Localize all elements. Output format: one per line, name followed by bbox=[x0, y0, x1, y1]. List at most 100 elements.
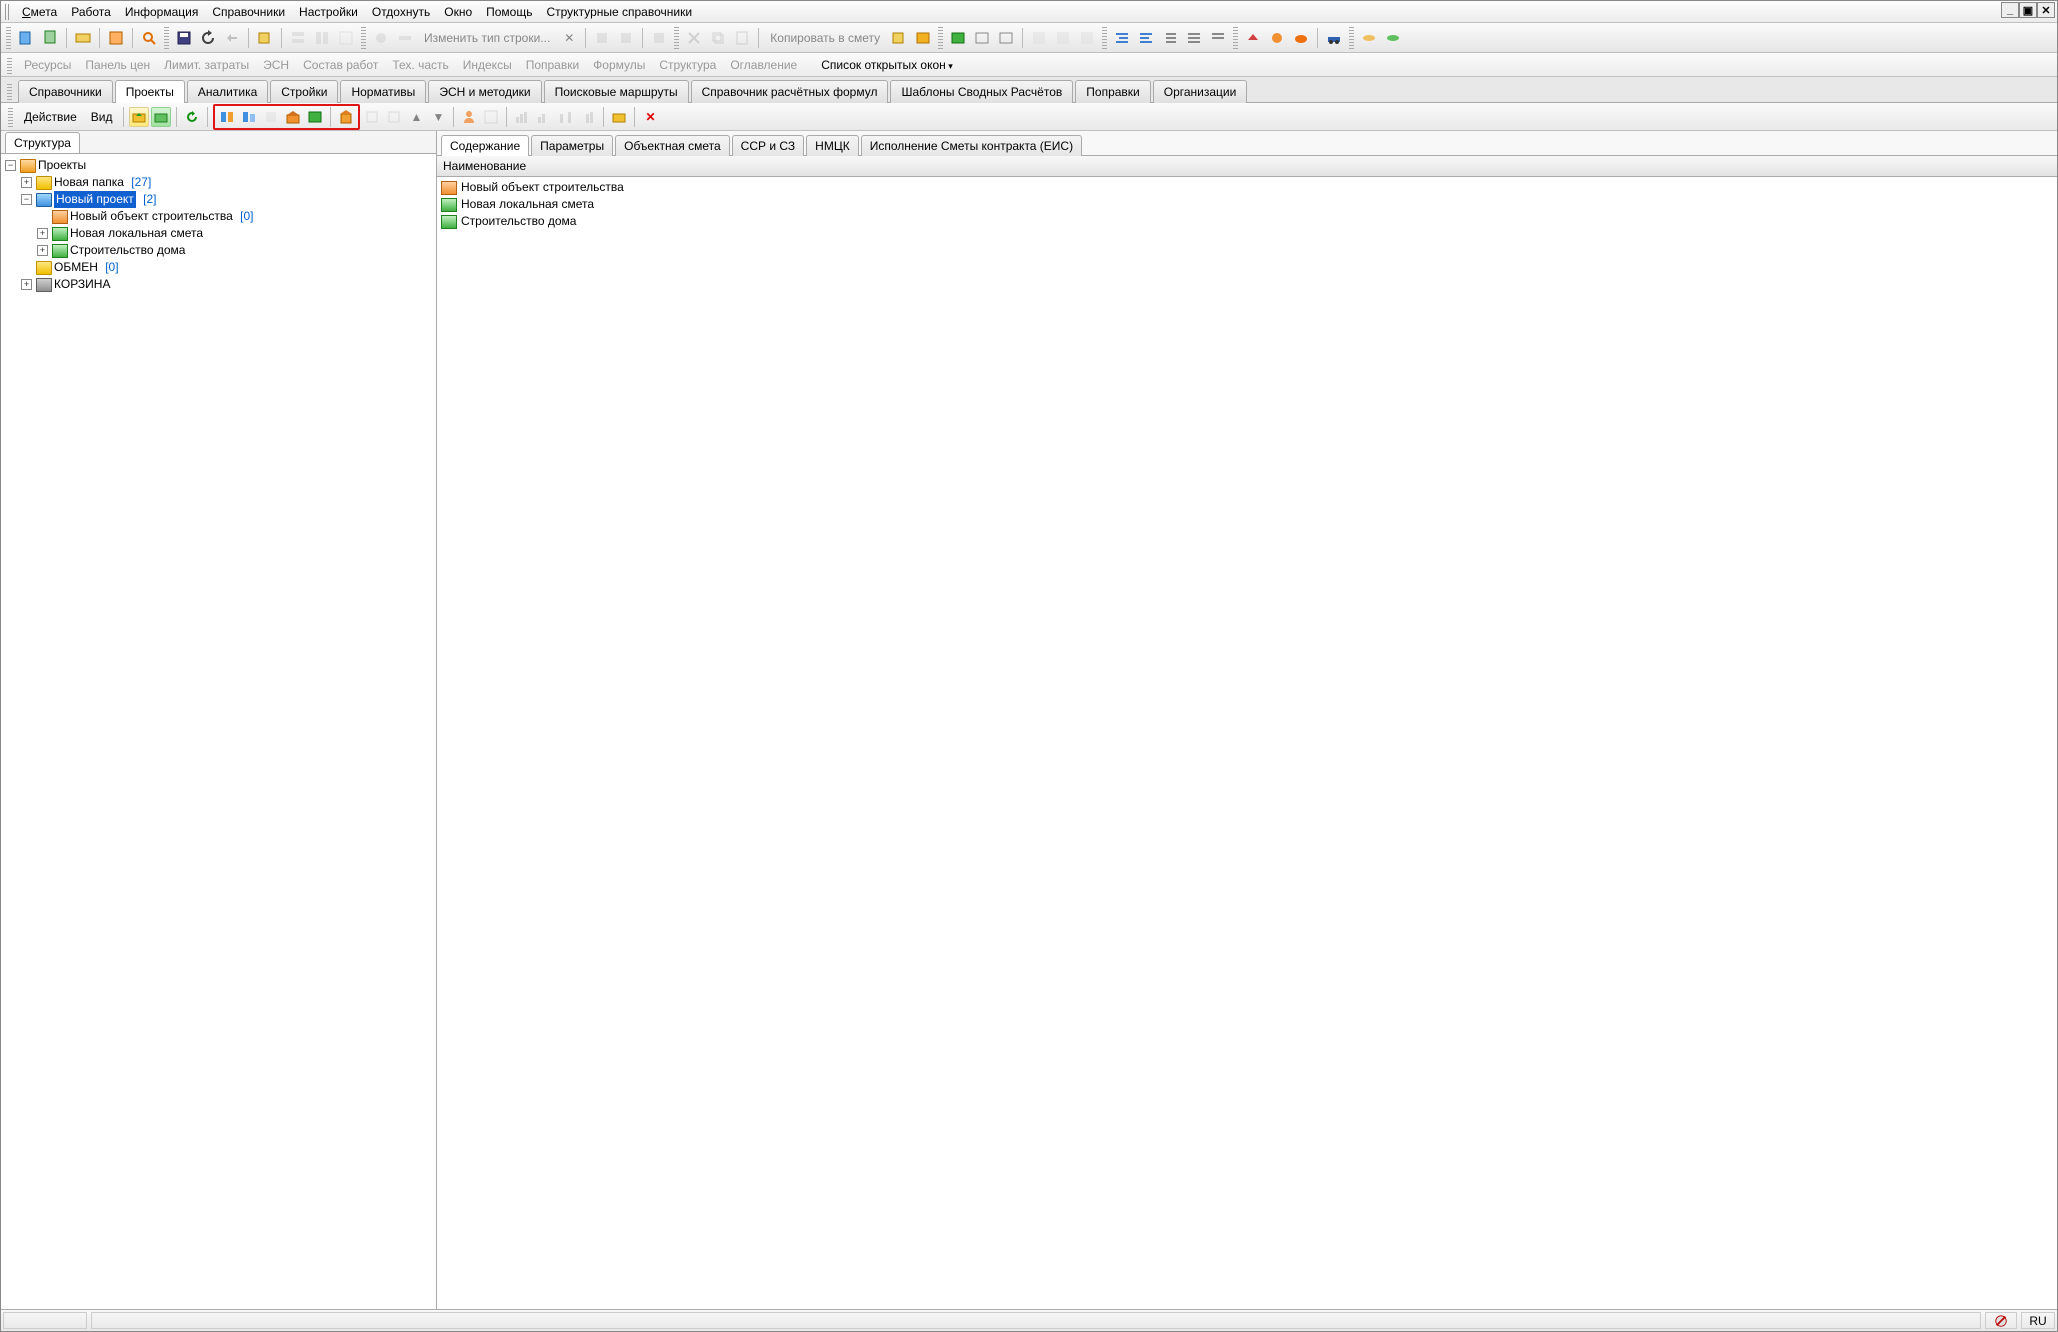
new-subproject-icon[interactable] bbox=[239, 107, 259, 127]
maximize-button[interactable]: ▣ bbox=[2019, 2, 2037, 18]
tab-normativy[interactable]: Нормативы bbox=[340, 80, 426, 103]
indent-icon-1[interactable] bbox=[1111, 27, 1133, 49]
tab-orgs[interactable]: Организации bbox=[1153, 80, 1248, 103]
new-item-disabled-icon[interactable] bbox=[261, 107, 281, 127]
expand-icon[interactable]: + bbox=[37, 228, 48, 239]
list-icon-3[interactable] bbox=[1207, 27, 1229, 49]
lnk-sostav[interactable]: Состав работ bbox=[297, 56, 384, 74]
new-building-icon[interactable] bbox=[336, 107, 356, 127]
book-icon-2[interactable] bbox=[971, 27, 993, 49]
dtab-object-estimate[interactable]: Объектная смета bbox=[615, 135, 730, 156]
dtab-nmck[interactable]: НМЦК bbox=[806, 135, 859, 156]
arrow-up-icon[interactable]: ▲ bbox=[406, 107, 426, 127]
tool-btn-2[interactable] bbox=[39, 27, 61, 49]
tree-object[interactable]: Новый объект строительства [0] bbox=[37, 208, 434, 225]
lnk-correct[interactable]: Поправки bbox=[520, 56, 585, 74]
lnk-esn[interactable]: ЭСН bbox=[257, 56, 295, 74]
copy-to-icon-2[interactable] bbox=[912, 27, 934, 49]
expand-icon[interactable]: + bbox=[37, 245, 48, 256]
tab-calc-formulas[interactable]: Справочник расчётных формул bbox=[691, 80, 889, 103]
menu-rabota[interactable]: Работа bbox=[64, 3, 118, 21]
new-object-icon[interactable] bbox=[283, 107, 303, 127]
tab-sprav[interactable]: Справочники bbox=[18, 80, 113, 103]
tool-btn-3[interactable] bbox=[72, 27, 94, 49]
dtab-ssr[interactable]: ССР и СЗ bbox=[732, 135, 805, 156]
menu-sprav[interactable]: Справочники bbox=[205, 3, 292, 21]
tab-analytics[interactable]: Аналитика bbox=[187, 80, 268, 103]
delete-icon[interactable]: ✕ bbox=[640, 107, 660, 127]
tree-house[interactable]: + Строительство дома bbox=[37, 242, 434, 259]
refresh-tree-icon[interactable] bbox=[182, 107, 202, 127]
menu-rest[interactable]: Отдохнуть bbox=[365, 3, 437, 21]
folder-action-icon[interactable] bbox=[609, 107, 629, 127]
expand-icon[interactable]: + bbox=[21, 177, 32, 188]
save-icon[interactable] bbox=[173, 27, 195, 49]
tree-estimate[interactable]: + Новая локальная смета bbox=[37, 225, 434, 242]
tab-corrections[interactable]: Поправки bbox=[1075, 80, 1150, 103]
shape-icon-2[interactable] bbox=[1382, 27, 1404, 49]
tool-btn-e[interactable] bbox=[370, 27, 392, 49]
tool-btn-4[interactable] bbox=[105, 27, 127, 49]
color-icon-red[interactable] bbox=[1242, 27, 1264, 49]
tool-btn-i[interactable] bbox=[648, 27, 670, 49]
tab-stroyki[interactable]: Стройки bbox=[270, 80, 338, 103]
car-icon[interactable] bbox=[1323, 27, 1345, 49]
lnk-formula[interactable]: Формулы bbox=[587, 56, 651, 74]
paste-icon[interactable] bbox=[731, 27, 753, 49]
copy-icon[interactable] bbox=[707, 27, 729, 49]
open-windows-dropdown[interactable]: Список открытых окон bbox=[815, 56, 959, 74]
view-icon-3[interactable] bbox=[1076, 27, 1098, 49]
copy-to-label[interactable]: Копировать в смету bbox=[764, 31, 886, 45]
collapse-icon[interactable]: − bbox=[5, 160, 16, 171]
dtab-contents[interactable]: Содержание bbox=[441, 135, 529, 156]
indent-icon-2[interactable] bbox=[1135, 27, 1157, 49]
chart-icon-4[interactable] bbox=[578, 107, 598, 127]
menu-window[interactable]: Окно bbox=[437, 3, 479, 21]
minimize-button[interactable]: _ bbox=[2001, 2, 2019, 18]
view-menu[interactable]: Вид bbox=[85, 110, 119, 124]
tool-btn-g[interactable] bbox=[591, 27, 613, 49]
lnk-resources[interactable]: Ресурсы bbox=[18, 56, 77, 74]
new-estimate-icon[interactable] bbox=[305, 107, 325, 127]
new-project-icon[interactable] bbox=[217, 107, 237, 127]
tab-projects[interactable]: Проекты bbox=[115, 80, 185, 103]
menu-settings[interactable]: Настройки bbox=[292, 3, 365, 21]
tab-esn-method[interactable]: ЭСН и методики bbox=[428, 80, 541, 103]
list-icon-2[interactable] bbox=[1183, 27, 1205, 49]
tool-btn-a[interactable] bbox=[254, 27, 276, 49]
grid-header-name[interactable]: Наименование bbox=[437, 156, 2057, 177]
tab-summary-templates[interactable]: Шаблоны Сводных Расчётов bbox=[890, 80, 1073, 103]
lnk-index[interactable]: Индексы bbox=[457, 56, 518, 74]
tool-btn-f[interactable] bbox=[394, 27, 416, 49]
tree-project-new[interactable]: − Новый проект [2] bbox=[21, 191, 434, 208]
view-icon-2[interactable] bbox=[1052, 27, 1074, 49]
list-icon-1[interactable] bbox=[1159, 27, 1181, 49]
dtab-params[interactable]: Параметры bbox=[531, 135, 613, 156]
menu-help[interactable]: Помощь bbox=[479, 3, 539, 21]
tree-folder-new[interactable]: + Новая папка [27] bbox=[21, 174, 434, 191]
dtab-eis[interactable]: Исполнение Сметы контракта (ЕИС) bbox=[861, 135, 1082, 156]
collapse-icon[interactable]: − bbox=[21, 194, 32, 205]
menu-smeta[interactable]: Смета bbox=[15, 3, 64, 21]
undo-icon[interactable] bbox=[221, 27, 243, 49]
list-item[interactable]: Новая локальная смета bbox=[441, 196, 2053, 213]
act-icon-c[interactable] bbox=[481, 107, 501, 127]
zoom-icon[interactable] bbox=[138, 27, 160, 49]
tool-btn-1[interactable] bbox=[15, 27, 37, 49]
chart-icon-2[interactable] bbox=[534, 107, 554, 127]
menu-info[interactable]: Информация bbox=[118, 3, 205, 21]
lnk-prices[interactable]: Панель цен bbox=[79, 56, 156, 74]
person-icon[interactable] bbox=[459, 107, 479, 127]
act-icon-a[interactable] bbox=[362, 107, 382, 127]
expand-icon[interactable]: + bbox=[21, 279, 32, 290]
chart-icon-1[interactable] bbox=[512, 107, 532, 127]
lnk-tech[interactable]: Тех. часть bbox=[386, 56, 454, 74]
book-icon-3[interactable] bbox=[995, 27, 1017, 49]
folder-open-icon[interactable] bbox=[151, 107, 171, 127]
lnk-toc[interactable]: Оглавление bbox=[724, 56, 803, 74]
status-lang[interactable]: RU bbox=[2021, 1312, 2055, 1329]
color-icon-orange[interactable] bbox=[1266, 27, 1288, 49]
close-button[interactable]: ✕ bbox=[2037, 2, 2055, 18]
tree-bin[interactable]: + КОРЗИНА bbox=[21, 276, 434, 293]
project-tree[interactable]: − Проекты + Новая папка [27] bbox=[1, 154, 436, 1309]
